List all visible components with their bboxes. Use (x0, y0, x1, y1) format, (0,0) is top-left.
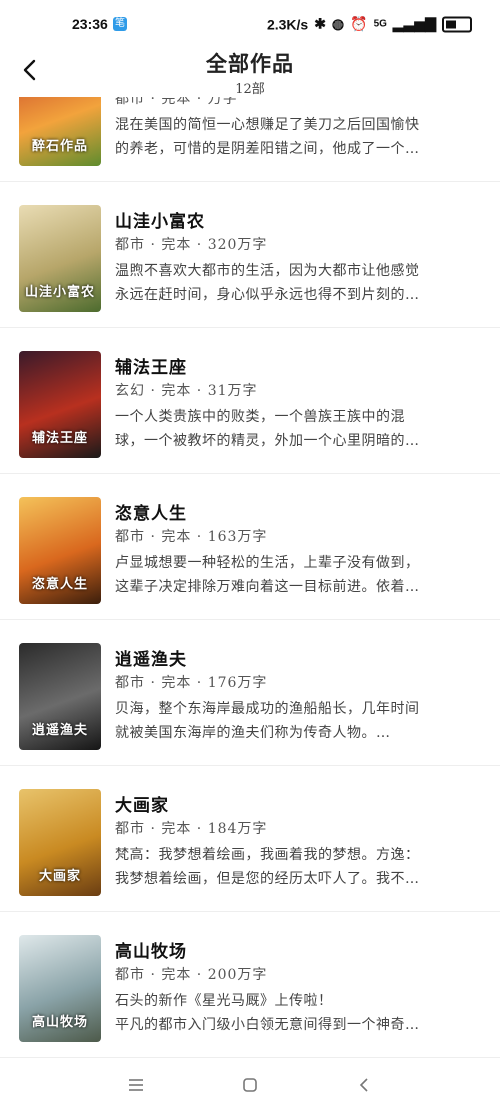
description-line: 梵高：我梦想着绘画，我画着我的梦想。方逸： (115, 847, 420, 863)
description-line: 永远在赶时间，身心似乎永远也得不到片刻的… (115, 287, 420, 303)
cover-title-art: 辅法王座 (31, 431, 88, 446)
book-title: 逍遥渔夫 (115, 650, 187, 670)
description-line: 温煦不喜欢大都市的生活，因为大都市让他感觉 (115, 263, 420, 279)
alarm-icon: ⏰ (350, 15, 368, 32)
book-list-item[interactable]: 山洼小富农 山洼小富农 都市 · 完本 · 320万字 温煦不喜欢大都市的生活，因为大… (0, 182, 500, 328)
book-list-item[interactable]: 逍遥渔夫 逍遥渔夫 都市 · 完本 · 176万字 贝海，整个东海岸最成功的渔船船长，… (0, 620, 500, 766)
recent-apps-button[interactable] (122, 1073, 150, 1097)
description-line: 卢显城想要一种轻松的生活，上辈子没有做到， (115, 555, 420, 571)
description-line: 一个人类贵族中的败类，一个兽族王族中的混 (115, 409, 405, 425)
cover-title-art: 大画家 (38, 869, 81, 884)
bluetooth-icon: ✱ (314, 15, 326, 32)
home-square-icon (243, 1078, 257, 1092)
page-title: 全部作品 (206, 51, 294, 76)
book-cover[interactable]: 大画家 (19, 789, 101, 896)
book-meta: 都市 · 完本 · 163万字 (115, 529, 268, 545)
book-list[interactable]: 醉石作品 都市 · 完本 · 万字混在美国的简恒一心想赚足了美刀之后回国愉快 的养老… (0, 97, 500, 1059)
book-list-item[interactable]: 醉石作品 都市 · 完本 · 万字混在美国的简恒一心想赚足了美刀之后回国愉快 的养老… (0, 97, 500, 182)
menu-icon (129, 1079, 143, 1091)
book-description: 贝海，整个东海岸最成功的渔船船长，几年时间 就被美国东海岸的渔夫们称为传奇人物。… (115, 697, 475, 745)
battery-icon (442, 16, 472, 32)
book-description: 温煦不喜欢大都市的生活，因为大都市让他感觉 永远在赶时间，身心似乎永远也得不到片刻… (115, 259, 475, 307)
cover-title-art: 恣意人生 (31, 577, 88, 592)
book-title: 恣意人生 (115, 504, 187, 524)
system-back-button[interactable] (350, 1073, 378, 1097)
back-triangle-icon (359, 1078, 368, 1092)
book-cover[interactable]: 逍遥渔夫 (19, 643, 101, 750)
description-line: 的养老，可惜的是阴差阳错之间，他成了一个… (115, 141, 420, 157)
cover-title-art: 醉石作品 (31, 139, 88, 154)
network-speed: 2.3K/s (266, 16, 309, 32)
book-title: 辅法王座 (115, 358, 187, 378)
description-line: 石头的新作《星光马厩》上传啦！ (115, 993, 333, 1009)
book-description: 石头的新作《星光马厩》上传啦！ 平凡的都市入门级小白领无意间得到一个神奇… (115, 989, 475, 1037)
signal-icon: ▂▃▅▇ (392, 15, 436, 32)
book-title: 高山牧场 (115, 942, 187, 962)
description-line: 平凡的都市入门级小白领无意间得到一个神奇… (115, 1017, 420, 1033)
status-time: 23:36 (72, 16, 108, 32)
cover-title-art: 山洼小富农 (24, 285, 95, 300)
book-description: 混在美国的简恒一心想赚足了美刀之后回国愉快 的养老，可惜的是阴差阳错之间，他成了一… (115, 113, 475, 161)
book-list-item[interactable]: 辅法王座 辅法王座 玄幻 · 完本 · 31万字 一个人类贵族中的败类，一个兽族王族中… (0, 328, 500, 474)
book-cover[interactable]: 醉石作品 (19, 97, 101, 166)
status-indicators: 2.3K/s ✱ ◍ ⏰ 5G ▂▃▅▇ (267, 16, 472, 33)
book-title: 大画家 (115, 796, 169, 816)
book-description: 梵高：我梦想着绘画，我画着我的梦想。方逸： 我梦想着绘画，但是您的经历太吓人了。我… (115, 843, 475, 891)
book-list-item[interactable]: 恣意人生 恣意人生 都市 · 完本 · 163万字 卢显城想要一种轻松的生活，上辈子没… (0, 474, 500, 620)
vibrate-icon: ◍ (331, 15, 345, 32)
book-meta: 都市 · 完本 · 万字 (115, 97, 238, 107)
cover-title-art: 逍遥渔夫 (31, 723, 88, 738)
description-line: 就被美国东海岸的渔夫们称为传奇人物。… (115, 725, 391, 741)
description-line: 我梦想着绘画，但是您的经历太吓人了。我不… (115, 871, 420, 887)
book-cover[interactable]: 辅法王座 (19, 351, 101, 458)
book-meta: 都市 · 完本 · 320万字 (115, 237, 268, 253)
book-meta: 玄幻 · 完本 · 31万字 (115, 383, 258, 399)
book-cover[interactable]: 高山牧场 (19, 935, 101, 1042)
description-line: 贝海，整个东海岸最成功的渔船船长，几年时间 (115, 701, 420, 717)
book-meta: 都市 · 完本 · 200万字 (115, 967, 268, 983)
description-line: 球，一个被教坏的精灵，外加一个心里阴暗的… (115, 433, 420, 449)
status-bar: 23:36 笔 2.3K/s ✱ ◍ ⏰ 5G ▂▃▅▇ (0, 0, 500, 32)
description-line: 混在美国的简恒一心想赚足了美刀之后回国愉快 (115, 117, 420, 133)
page-subtitle: 12部 (235, 82, 265, 97)
book-meta: 都市 · 完本 · 184万字 (115, 821, 268, 837)
book-list-item[interactable]: 大画家 大画家 都市 · 完本 · 184万字 梵高：我梦想着绘画，我画着我的梦想。方… (0, 766, 500, 912)
cover-title-art: 高山牧场 (31, 1015, 88, 1030)
book-cover[interactable]: 山洼小富农 (19, 205, 101, 312)
description-line: 这辈子决定排除万难向着这一目标前进。依着… (115, 579, 420, 595)
header: 全部作品 12部 (0, 38, 500, 98)
system-nav-bar (0, 1059, 500, 1111)
book-cover[interactable]: 恣意人生 (19, 497, 101, 604)
book-description: 一个人类贵族中的败类，一个兽族王族中的混 球，一个被教坏的精灵，外加一个心里阴暗的… (115, 405, 475, 453)
book-description: 卢显城想要一种轻松的生活，上辈子没有做到， 这辈子决定排除万难向着这一目标前进。依… (115, 551, 475, 599)
book-list-item[interactable]: 高山牧场 高山牧场 都市 · 完本 · 200万字 石头的新作《星光马厩》上传啦！ 平凡… (0, 912, 500, 1058)
network-label: 5G (373, 18, 387, 30)
home-button[interactable] (236, 1073, 264, 1097)
app-notification-icon: 笔 (113, 17, 127, 31)
book-meta: 都市 · 完本 · 176万字 (115, 675, 268, 691)
book-title: 山洼小富农 (115, 212, 205, 232)
